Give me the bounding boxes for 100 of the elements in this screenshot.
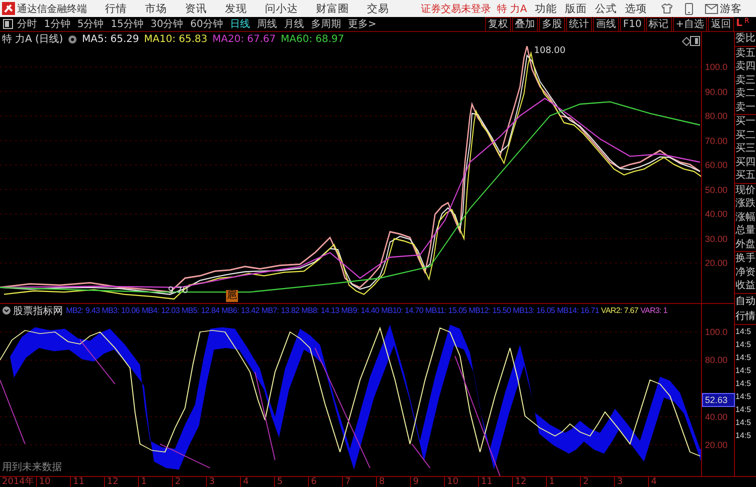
menu-item[interactable]: 版面 (565, 2, 588, 16)
menu-item[interactable]: 资讯 (185, 2, 207, 16)
collapse-icon[interactable] (2, 306, 11, 315)
date-axis-label: 10 (36, 477, 70, 487)
price-axis-label: 40.00 (705, 208, 728, 220)
mode-label[interactable]: 行情 (735, 308, 756, 324)
date-axis-label: 5 (274, 477, 308, 487)
price-axis-label: 20.00 (705, 257, 728, 269)
date-axis-label: 12 (104, 477, 138, 487)
toolbar-button[interactable]: 画线 (593, 16, 620, 32)
period-tab[interactable]: 5分钟 (77, 17, 104, 31)
date-axis-label: 4 (240, 477, 274, 487)
toolbar-button[interactable]: F10 (620, 16, 645, 32)
event-marker[interactable]: 扈 (226, 290, 238, 302)
quote-field-label: 买四 (735, 156, 756, 169)
date-axis-label: 10 (444, 477, 478, 487)
moving-average-value: MA10: 65.83 (144, 34, 208, 44)
indicator-value: MB13: 16.05 (512, 306, 555, 315)
indicator-value: MB11: 15.05 (425, 306, 467, 315)
quote-field-label: 收益 (735, 279, 756, 292)
trade-time: 14:5 (735, 352, 752, 364)
toolbar-button[interactable]: 标记 (646, 16, 672, 32)
period-tab[interactable]: 分时 (17, 17, 37, 31)
quote-field-label: 卖三 (735, 74, 756, 87)
period-tab[interactable]: 周线 (256, 17, 277, 31)
quote-field-label: 卖一 (735, 100, 756, 114)
menu-item[interactable]: 问小达 (265, 2, 298, 16)
quote-field-label: 卖二 (735, 87, 756, 100)
indicator-value: MB2: 9.43 (66, 306, 100, 315)
panel-toggle-icon[interactable] (3, 19, 13, 29)
indicator-value: MB9: 14.40 (341, 306, 380, 315)
date-axis-label: 2 (580, 477, 614, 487)
high-price-label: 108.00 (534, 46, 566, 56)
moving-average-value: MA5: 65.29 (82, 34, 140, 44)
menu-item[interactable]: 财富圈 (316, 2, 349, 16)
trade-time: 14:5 (735, 364, 752, 376)
date-axis-label: 11 (478, 477, 512, 487)
settings-icon[interactable] (68, 34, 78, 44)
toolbar-button[interactable]: +自选 (672, 16, 707, 32)
menu-item[interactable]: 行情 (105, 2, 127, 16)
envelope-icon[interactable] (705, 4, 718, 14)
quote-field-label: 涨跌 (735, 197, 756, 210)
moving-average-value: MA20: 67.67 (212, 34, 276, 44)
menu-item[interactable]: 选项 (625, 2, 648, 16)
panel-icon[interactable] (690, 36, 700, 46)
toolbar-button[interactable]: 多股 (539, 16, 566, 32)
period-tab[interactable]: 30分钟 (150, 17, 184, 31)
price-axis-label: 70.00 (705, 134, 728, 146)
trade-time: 14:5 (735, 390, 752, 402)
mode-label[interactable]: 自动 (735, 294, 756, 308)
shirt-icon[interactable] (661, 3, 674, 14)
indicator-value: VAR3: 1 (640, 306, 668, 315)
menu-item[interactable]: 交易 (367, 2, 389, 16)
period-tab[interactable]: 多周期 (310, 17, 341, 31)
trade-time: 14:5 (735, 430, 752, 442)
toolbar-button[interactable]: 叠加 (512, 16, 538, 32)
user-name[interactable]: 游客 (720, 2, 742, 16)
quote-field-label: 涨幅 (735, 210, 756, 224)
indicator-value: MB3: 10.06 (102, 306, 140, 315)
date-axis-label: 12 (512, 477, 546, 487)
period-tab[interactable]: 更多> (348, 17, 376, 31)
menu-item[interactable]: 功能 (535, 2, 558, 16)
period-tab[interactable]: 15分钟 (110, 17, 144, 31)
trade-time: 14:5 (735, 404, 752, 416)
toolbar-button[interactable]: 复权 (485, 16, 512, 32)
toolbar-button[interactable]: 返回 (708, 16, 734, 32)
menu-item[interactable]: 市场 (145, 2, 167, 16)
indicator-title: 股票指标网 (13, 304, 63, 318)
period-tab[interactable]: 1分钟 (44, 17, 70, 31)
menu-item[interactable]: 发现 (225, 2, 247, 16)
period-tab[interactable]: 60分钟 (190, 17, 223, 31)
date-axis-label: 4 (648, 477, 682, 487)
current-value-badge: 52.63 (702, 392, 735, 407)
date-axis-label: 2014年 (1, 477, 35, 487)
quote-field-label: 净资 (735, 266, 756, 279)
indicator-value: MB7: 13.82 (261, 306, 300, 315)
date-axis-label: 3 (206, 477, 240, 487)
trade-time: 14:5 (735, 326, 752, 338)
quote-field-label: 买三 (735, 142, 756, 156)
indicator-value: MB14: 16.71 (556, 306, 600, 315)
logo-icon (2, 2, 15, 15)
moving-average-value: MA60: 68.97 (280, 34, 344, 44)
indicator-value: MB6: 13.42 (222, 306, 260, 315)
menu-item[interactable]: 公式 (595, 2, 618, 16)
trade-time: 14:5 (735, 416, 752, 428)
quote-field-label: 买二 (735, 128, 756, 142)
quote-field-label: 外盘 (735, 238, 756, 251)
phone-icon[interactable] (685, 2, 694, 14)
diamond-icon[interactable] (682, 37, 691, 46)
period-tab[interactable]: 日线 (230, 17, 250, 31)
price-axis-label: 30.00 (705, 232, 728, 244)
toolbar-button[interactable]: 统计 (566, 16, 592, 32)
period-tab[interactable]: 月线 (284, 17, 304, 31)
indicator-axis-label: 80.00 (705, 354, 728, 366)
warning-note: 用到未来数据 (2, 460, 62, 474)
indicator-value: MB5: 12.84 (182, 306, 220, 315)
price-axis-label: 80.00 (705, 110, 728, 122)
chart-title: 特 力A (日线) (2, 32, 64, 46)
login-status[interactable]: 证券交易未登录 (421, 2, 491, 16)
indicator-value: MB4: 12.03 (142, 306, 180, 315)
